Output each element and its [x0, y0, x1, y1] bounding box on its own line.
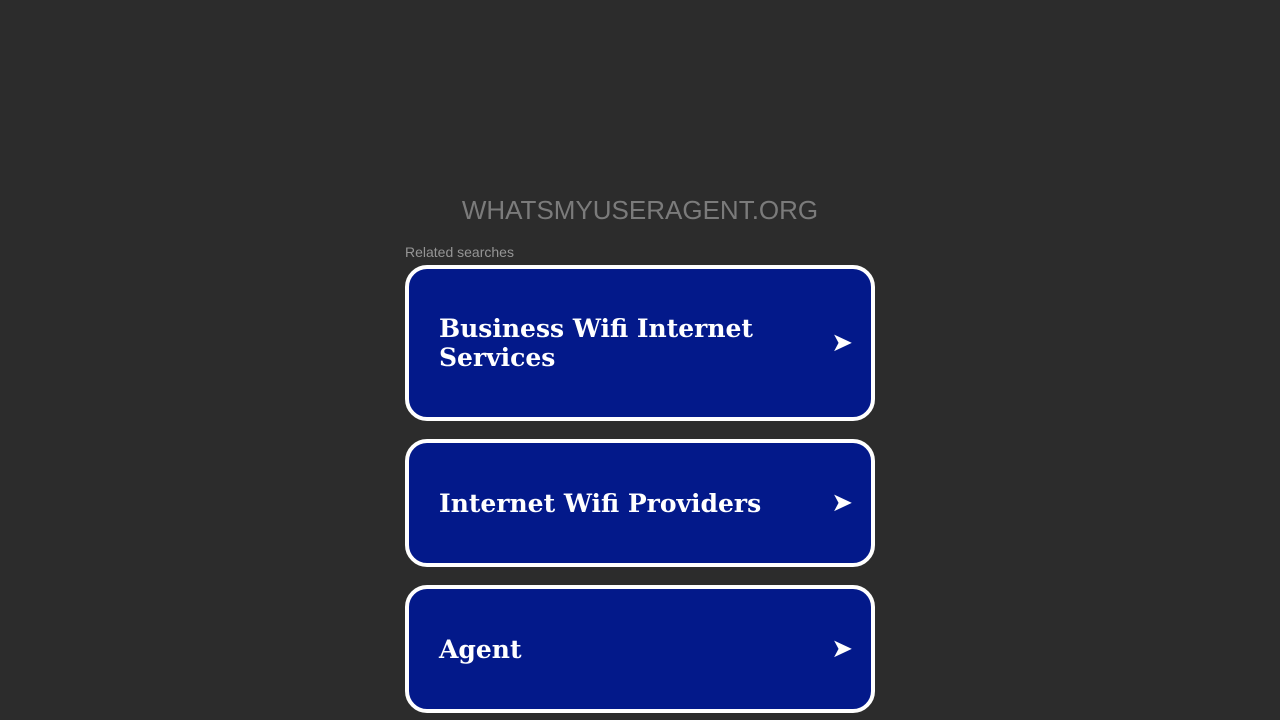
related-search-label: Agent — [439, 634, 522, 664]
related-search-label: Business Wifi Internet Services — [439, 314, 753, 372]
related-searches-label: Related searches — [405, 244, 514, 260]
related-search-label: Internet Wifi Providers — [439, 488, 762, 518]
related-searches-list: Business Wifi Internet Services ➤ Intern… — [405, 265, 875, 713]
arrow-right-icon: ➤ — [831, 488, 853, 518]
arrow-right-icon: ➤ — [831, 634, 853, 664]
related-search-internet-wifi-providers[interactable]: Internet Wifi Providers ➤ — [405, 439, 875, 567]
arrow-right-icon: ➤ — [831, 328, 853, 358]
site-title: WHATSMYUSERAGENT.ORG — [461, 195, 819, 225]
related-search-agent[interactable]: Agent ➤ — [405, 585, 875, 713]
related-search-business-wifi[interactable]: Business Wifi Internet Services ➤ — [405, 265, 875, 421]
